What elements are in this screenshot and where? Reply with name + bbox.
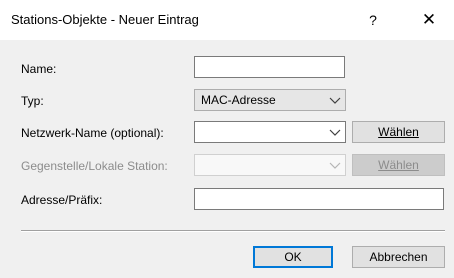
netzwerk-waehlen-label: Wählen	[378, 125, 419, 139]
netzwerk-label: Netzwerk-Name (optional):	[21, 126, 164, 140]
ok-label: OK	[284, 250, 302, 264]
name-input[interactable]	[194, 56, 345, 78]
adresse-label: Adresse/Präfix:	[21, 193, 103, 207]
help-icon[interactable]: ?	[350, 4, 396, 36]
chevron-down-icon	[329, 129, 341, 136]
typ-select[interactable]: MAC-Adresse	[194, 89, 346, 111]
adresse-input[interactable]	[194, 188, 444, 210]
cancel-label: Abbrechen	[369, 250, 428, 264]
title-bar[interactable]: Stations-Objekte - Neuer Eintrag ? ✕	[0, 0, 454, 40]
typ-value: MAC-Adresse	[201, 93, 276, 107]
chevron-down-icon	[329, 162, 341, 169]
dialog-content: Name: Typ: MAC-Adresse Netzwerk-Name (op…	[0, 40, 454, 278]
gegenstelle-select[interactable]	[194, 154, 346, 176]
netzwerk-select[interactable]	[194, 121, 346, 143]
close-icon[interactable]: ✕	[406, 4, 452, 36]
separator	[21, 230, 445, 232]
typ-label: Typ:	[21, 94, 44, 108]
name-label: Name:	[21, 62, 57, 76]
netzwerk-waehlen-button[interactable]: Wählen	[352, 121, 445, 143]
gegenstelle-label: Gegenstelle/Lokale Station:	[21, 159, 168, 173]
gegenstelle-waehlen-label: Wählen	[378, 158, 419, 172]
window-title: Stations-Objekte - Neuer Eintrag	[11, 12, 199, 27]
cancel-button[interactable]: Abbrechen	[352, 246, 445, 268]
ok-button[interactable]: OK	[253, 246, 333, 268]
chevron-down-icon	[329, 97, 341, 104]
dialog-window: Stations-Objekte - Neuer Eintrag ? ✕ Nam…	[0, 0, 454, 278]
gegenstelle-waehlen-button[interactable]: Wählen	[352, 154, 445, 176]
